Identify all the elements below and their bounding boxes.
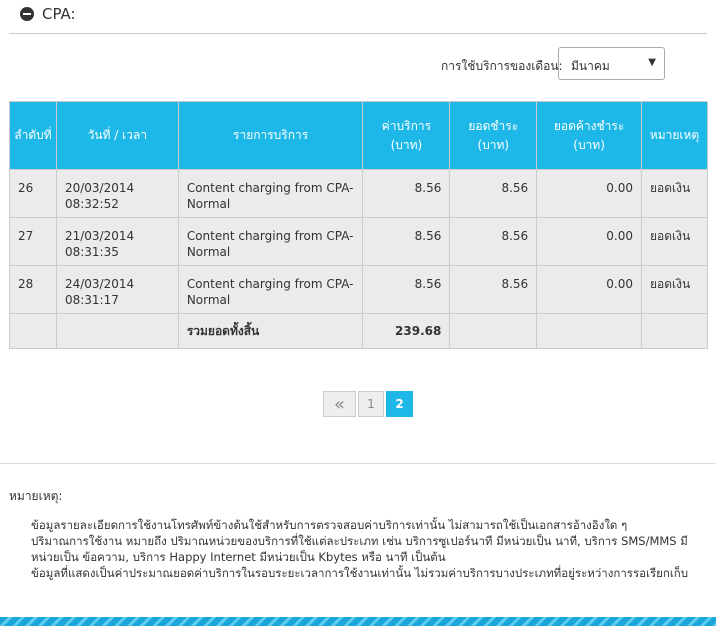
- row-note: ยอดเงิน: [640, 265, 709, 314]
- first-page-button[interactable]: «: [323, 391, 356, 417]
- row-no: 26: [9, 169, 57, 218]
- row-datetime: 24/03/2014 08:31:17: [55, 265, 179, 314]
- empty-cell: [55, 313, 179, 349]
- usage-table: ลำดับที่ วันที่ / เวลา รายการบริการ ค่าบ…: [9, 101, 709, 349]
- table-row: 27 21/03/2014 08:31:35 Content charging f…: [9, 217, 709, 266]
- row-date: 20/03/2014: [64, 181, 135, 195]
- row-fee: 8.56: [362, 169, 451, 218]
- row-paid: 8.56: [449, 217, 538, 266]
- row-fee: 8.56: [362, 217, 451, 266]
- header-due: ยอดค้างชำระ (บาท): [536, 101, 642, 170]
- row-datetime: 21/03/2014 08:31:35: [55, 217, 179, 266]
- table-row: 28 24/03/2014 08:31:17 Content charging f…: [9, 265, 709, 314]
- row-item: Content charging from CPA-Normal: [177, 169, 364, 218]
- row-due: 0.00: [536, 217, 642, 266]
- header-note: หมายเหตุ: [640, 101, 709, 170]
- footer-stripe: [0, 617, 716, 626]
- month-select-value: มีนาคม: [571, 59, 610, 73]
- notes-title: หมายเหตุ:: [9, 489, 63, 503]
- row-note: ยอดเงิน: [640, 169, 709, 218]
- row-fee: 8.56: [362, 265, 451, 314]
- header-item: รายการบริการ: [177, 101, 364, 170]
- note-line: ข้อมูลรายละเอียดการใช้งานโทรศัพท์ข้างต้น…: [31, 518, 628, 532]
- total-label: รวมยอดทั้งสิ้น: [177, 313, 364, 349]
- empty-cell: [9, 313, 57, 349]
- empty-cell: [536, 313, 642, 349]
- row-paid: 8.56: [449, 169, 538, 218]
- divider: [0, 463, 716, 464]
- row-no: 28: [9, 265, 57, 314]
- header-paid: ยอดชำระ (บาท): [449, 101, 538, 170]
- table-row: 26 20/03/2014 08:32:52 Content charging f…: [9, 169, 709, 218]
- section-header[interactable]: CPA:: [20, 5, 76, 23]
- divider: [9, 33, 707, 34]
- month-select[interactable]: มีนาคม ▼: [558, 47, 665, 80]
- header-fee: ค่าบริการ (บาท): [362, 101, 451, 170]
- collapse-icon[interactable]: [20, 7, 34, 21]
- row-due: 0.00: [536, 169, 642, 218]
- dropdown-arrow-icon: ▼: [648, 57, 656, 68]
- total-value: 239.68: [362, 313, 451, 349]
- note-line: ข้อมูลที่แสดงเป็นค่าประมาณยอดค่าบริการใน…: [31, 566, 689, 580]
- table-header-row: ลำดับที่ วันที่ / เวลา รายการบริการ ค่าบ…: [9, 101, 709, 170]
- row-note: ยอดเงิน: [640, 217, 709, 266]
- row-time: 08:32:52: [64, 197, 119, 211]
- notes-list: ข้อมูลรายละเอียดการใช้งานโทรศัพท์ข้างต้น…: [31, 517, 711, 581]
- page-1-button[interactable]: 1: [358, 391, 384, 417]
- note-line: ปริมาณการใช้งาน หมายถึง ปริมาณหน่วยของบร…: [31, 534, 688, 564]
- row-item: Content charging from CPA-Normal: [177, 217, 364, 266]
- row-no: 27: [9, 217, 57, 266]
- total-row: รวมยอดทั้งสิ้น 239.68: [9, 313, 709, 349]
- page-2-button[interactable]: 2: [386, 391, 413, 417]
- header-datetime: วันที่ / เวลา: [55, 101, 179, 170]
- month-label: การใช้บริการของเดือน:: [441, 59, 563, 73]
- row-paid: 8.56: [449, 265, 538, 314]
- header-no: ลำดับที่: [9, 101, 57, 170]
- row-item: Content charging from CPA-Normal: [177, 265, 364, 314]
- row-date: 21/03/2014: [64, 229, 135, 243]
- empty-cell: [640, 313, 709, 349]
- row-time: 08:31:35: [64, 245, 119, 259]
- row-time: 08:31:17: [64, 293, 119, 307]
- pagination: « 1 2: [323, 391, 413, 417]
- row-datetime: 20/03/2014 08:32:52: [55, 169, 179, 218]
- row-date: 24/03/2014: [64, 277, 135, 291]
- row-due: 0.00: [536, 265, 642, 314]
- empty-cell: [449, 313, 538, 349]
- section-title: CPA:: [42, 5, 76, 23]
